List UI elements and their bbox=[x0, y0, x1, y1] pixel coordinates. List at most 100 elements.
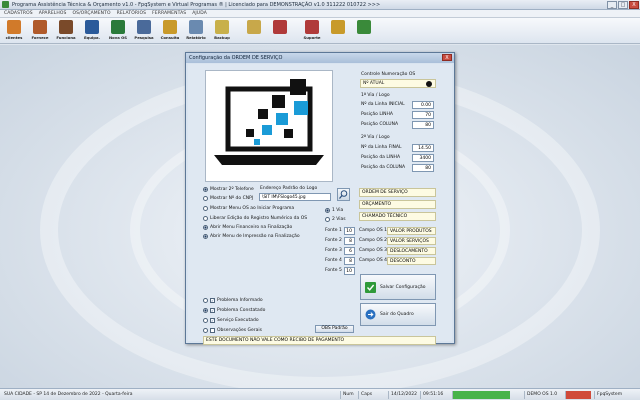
exit-arrow-icon bbox=[365, 309, 376, 320]
radio-indicator[interactable] bbox=[325, 208, 330, 213]
menu-aparelhos[interactable]: APARELHOS bbox=[39, 11, 67, 16]
toolbar-button-coins[interactable] bbox=[326, 18, 350, 43]
radio-indicator[interactable] bbox=[203, 206, 208, 211]
campo-label: Campo OS 4 bbox=[359, 258, 388, 263]
option-open-print-menu[interactable]: Abrir Menu de Impressão na Finalização bbox=[203, 233, 300, 240]
font4-input[interactable]: 8 bbox=[344, 257, 355, 265]
option-free-edit-number[interactable]: Liberar Edição do Registro Numérico da O… bbox=[203, 215, 307, 222]
check-observacoes-gerais[interactable]: Observações Gerais bbox=[203, 327, 262, 334]
via2-line-position-input[interactable]: 3400 bbox=[412, 154, 434, 162]
status-right-label: DEMO OS 1.0 bbox=[524, 391, 557, 399]
menu-ferramentas[interactable]: FERRAMENTAS bbox=[152, 11, 186, 16]
maximize-button[interactable]: □ bbox=[618, 1, 628, 9]
font-label: Fonte 1 bbox=[325, 228, 342, 233]
campo-os-3-input[interactable]: DESLOCAMENTO bbox=[387, 247, 436, 255]
via-2-radio[interactable]: 2 Vias bbox=[325, 216, 346, 223]
check-problema-informado[interactable]: ✓ Problema Informado bbox=[203, 297, 263, 304]
font3-input[interactable]: 6 bbox=[344, 247, 355, 255]
toolbar-button-funciona[interactable]: Funciona bbox=[54, 18, 78, 43]
menu-relatorios[interactable]: RELATÓRIOS bbox=[117, 11, 146, 16]
option-show-os-menu[interactable]: Mostrar Menu OS ao Iniciar Programa bbox=[203, 205, 294, 212]
via2-field-label: Posição da LINHA bbox=[361, 155, 401, 160]
radio-indicator[interactable] bbox=[203, 308, 208, 313]
radio-indicator[interactable] bbox=[203, 216, 208, 221]
via1-field-label: Posição COLUNA bbox=[361, 122, 399, 127]
obs-default-button[interactable]: OBS Padrão bbox=[315, 325, 354, 333]
menu-ajuda[interactable]: AJUDA bbox=[192, 11, 207, 16]
toolbar-button-equipa[interactable]: Equipa. bbox=[80, 18, 104, 43]
header-orcamento-input[interactable]: ORÇAMENTO bbox=[359, 200, 436, 209]
checkbox[interactable]: ✓ bbox=[210, 318, 215, 323]
close-button[interactable]: X bbox=[629, 1, 639, 9]
via2-column-position-input[interactable]: 80 bbox=[412, 164, 434, 172]
toolbar-button-backup[interactable]: Backup bbox=[210, 18, 234, 43]
save-config-button[interactable]: Salvar Configuração bbox=[360, 274, 436, 300]
option-open-financial-menu[interactable]: Abrir Menu Financeiro na Finalização bbox=[203, 224, 292, 231]
current-number-row: Nº ATUAL bbox=[360, 79, 436, 88]
option-show-cnpj[interactable]: Mostrar Nº do CNPJ bbox=[203, 195, 253, 202]
font-label: Fonte 4 bbox=[325, 258, 342, 263]
checkmark-icon bbox=[365, 281, 376, 293]
via1-line-position-input[interactable]: 70 bbox=[412, 111, 434, 119]
font1-input[interactable]: 10 bbox=[344, 227, 355, 235]
toolbar-button-suporte[interactable]: Suporte bbox=[300, 18, 324, 43]
status-green-panel bbox=[452, 391, 510, 399]
header-chamado-tecnico-input[interactable]: CHAMADO TÉCNICO bbox=[359, 212, 436, 221]
caps-indicator: Caps bbox=[358, 391, 372, 399]
via-1-radio[interactable]: 1 Via bbox=[325, 207, 343, 214]
dialog-close-button[interactable]: X bbox=[442, 54, 452, 61]
radio-indicator[interactable] bbox=[203, 328, 208, 333]
font2-input[interactable]: 8 bbox=[344, 237, 355, 245]
info-icon[interactable] bbox=[426, 81, 432, 87]
checkbox[interactable]: ✓ bbox=[210, 308, 215, 313]
radio-indicator[interactable] bbox=[203, 234, 208, 239]
logo-path-input[interactable]: \SIT IM\FSlogo45.jpg bbox=[259, 193, 331, 201]
footer-text-input[interactable]: ESTE DOCUMENTO NÃO VALE COMO RECIBO DE P… bbox=[203, 336, 436, 345]
campo-os-1-input[interactable]: VALOR PRODUTOS bbox=[387, 227, 436, 235]
search-icon bbox=[137, 20, 151, 34]
envelope-icon bbox=[163, 20, 177, 34]
via1-initial-line-input[interactable]: 0.00 bbox=[412, 101, 434, 109]
campo-label: Campo OS 3 bbox=[359, 248, 388, 253]
minimize-button[interactable]: _ bbox=[607, 1, 617, 9]
font5-input[interactable]: 10 bbox=[344, 267, 355, 275]
check-problema-constatado[interactable]: ✓ Problema Constatado bbox=[203, 307, 265, 314]
campo-os-4-input[interactable]: DESCONTO bbox=[387, 257, 436, 265]
toolbar-button-pesquisa[interactable]: Pesquisa bbox=[132, 18, 156, 43]
radio-indicator[interactable] bbox=[203, 187, 208, 192]
radio-indicator[interactable] bbox=[203, 298, 208, 303]
menu-cadastros[interactable]: CADASTROS bbox=[4, 11, 33, 16]
toolbar-label: Consulta bbox=[160, 35, 180, 40]
dialog-title: Configuração da ORDEM DE SERVIÇO bbox=[189, 55, 283, 61]
toolbar-button-consulta[interactable]: Consulta bbox=[158, 18, 182, 43]
via2-final-line-input[interactable]: 14.50 bbox=[412, 144, 434, 152]
checkbox[interactable]: ✓ bbox=[210, 298, 215, 303]
toolbar-button-calculator[interactable] bbox=[242, 18, 266, 43]
toolbar-button-book[interactable] bbox=[268, 18, 292, 43]
via1-column-position-input[interactable]: 80 bbox=[412, 121, 434, 129]
toolbar-button-exit[interactable] bbox=[352, 18, 376, 43]
exit-dialog-button[interactable]: Sair do Quadro bbox=[360, 303, 436, 326]
toolbar-label: Equipa. bbox=[83, 35, 101, 40]
logo-path-label: Endereço Padrão do Logo bbox=[260, 186, 318, 191]
toolbar-button-relatrio[interactable]: Relatório bbox=[184, 18, 208, 43]
radio-indicator[interactable] bbox=[325, 217, 330, 222]
header-ordem-servico-input[interactable]: ORDEM DE SERVIÇO bbox=[359, 188, 436, 197]
toolbar-button-fornece[interactable]: Fornece bbox=[28, 18, 52, 43]
toolbar-button-clientes[interactable]: clientes bbox=[2, 18, 26, 43]
menu-os-orcamento[interactable]: OS/ORÇAMENTO bbox=[72, 11, 110, 16]
title-bar: Programa Assistência Técnica & Orçamento… bbox=[0, 0, 640, 10]
option-show-phone2[interactable]: Mostrar 2º Telefone bbox=[203, 186, 254, 193]
toolbar-button-novaos[interactable]: Nova OS bbox=[106, 18, 130, 43]
browse-logo-button[interactable] bbox=[337, 188, 350, 201]
radio-indicator[interactable] bbox=[203, 318, 208, 323]
radio-indicator[interactable] bbox=[203, 196, 208, 201]
radio-indicator[interactable] bbox=[203, 225, 208, 230]
check-servico-executado[interactable]: ✓ Serviço Executado bbox=[203, 317, 259, 324]
menu-bar: CADASTROS APARELHOS OS/ORÇAMENTO RELATÓR… bbox=[0, 10, 640, 18]
campo-os-2-input[interactable]: VALOR SERVIÇOS bbox=[387, 237, 436, 245]
book-icon bbox=[273, 20, 287, 34]
via2-field-label: Nº da Linha FINAL bbox=[361, 145, 402, 150]
font-label: Fonte 3 bbox=[325, 248, 342, 253]
checkbox[interactable] bbox=[210, 328, 215, 333]
